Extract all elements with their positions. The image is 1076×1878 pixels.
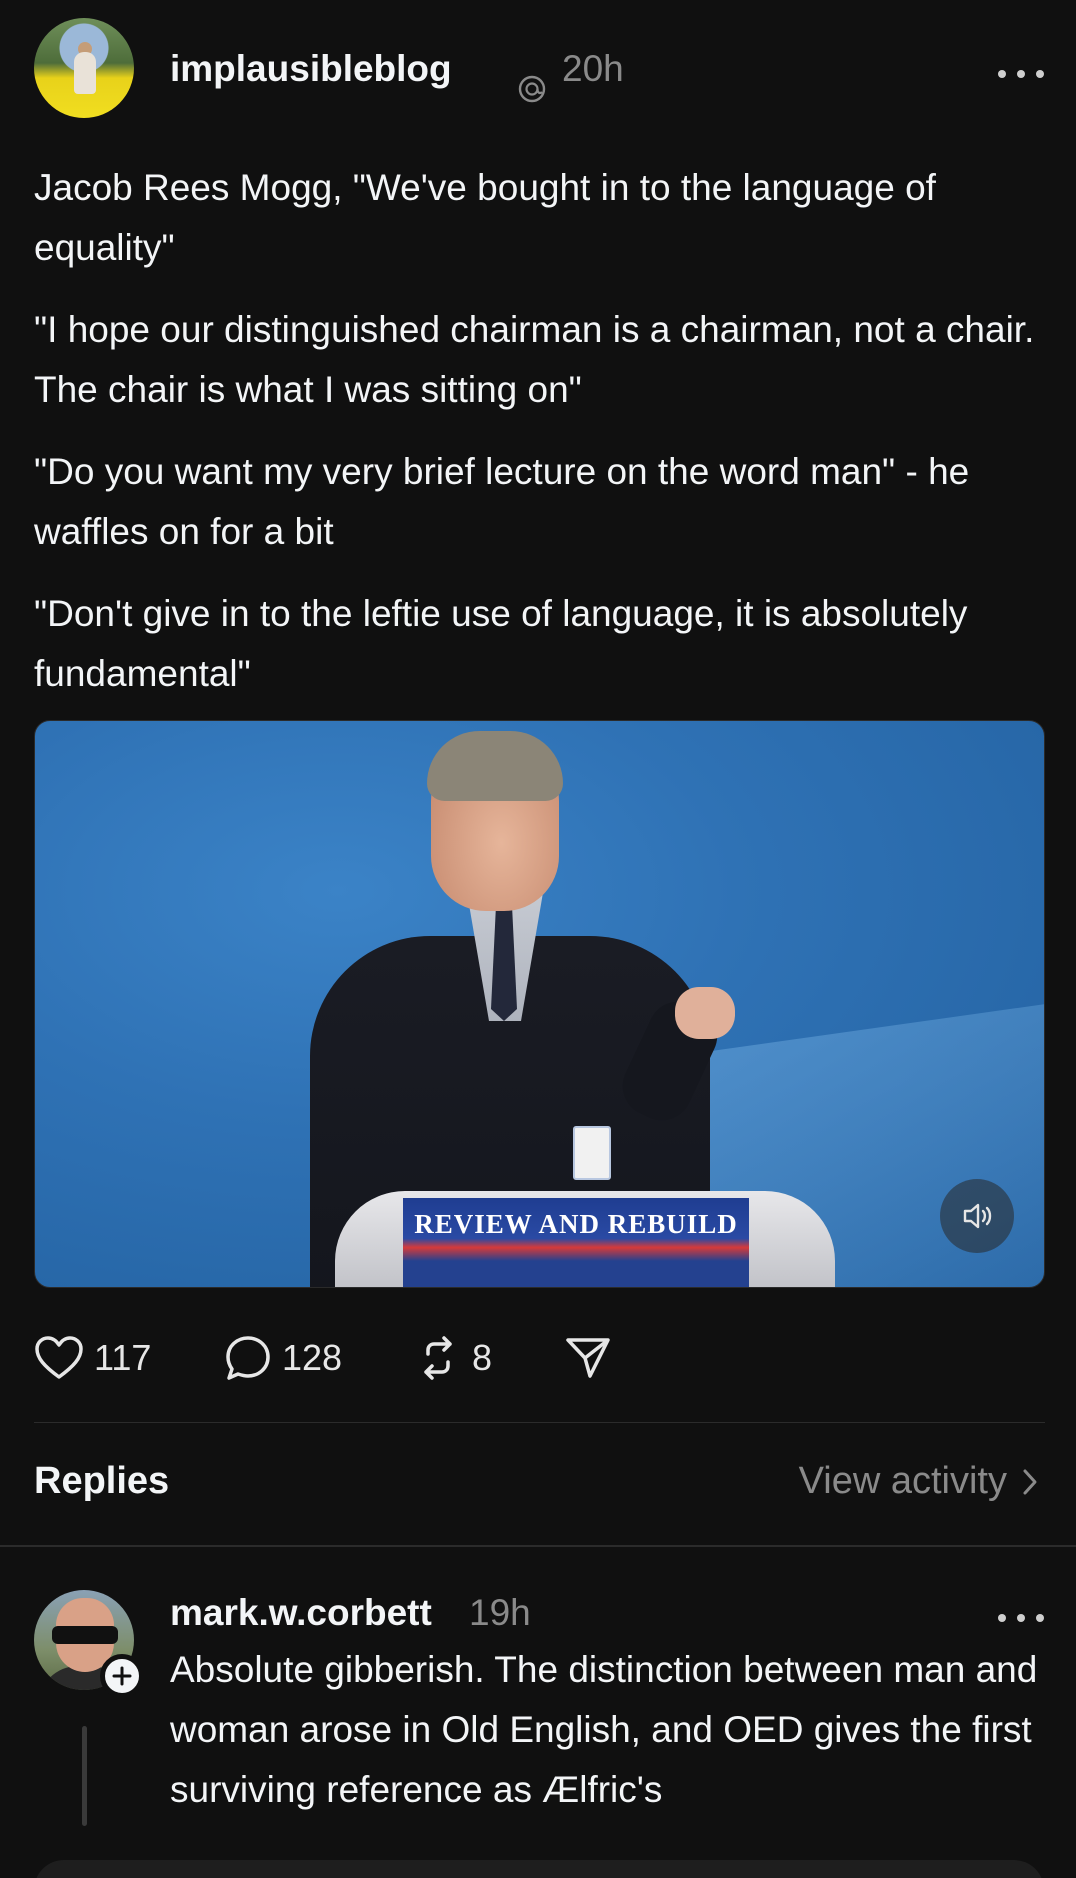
thread-page: implausibleblog 20h Jacob Rees Mogg, "We…	[0, 0, 1076, 1878]
author-avatar[interactable]	[34, 18, 134, 118]
chevron-right-icon	[1023, 1469, 1037, 1494]
comment-button[interactable]: 128	[224, 1330, 342, 1386]
view-activity-link[interactable]: View activity	[799, 1460, 1045, 1503]
reply-time: 19h	[469, 1592, 531, 1633]
follow-button[interactable]	[100, 1654, 144, 1698]
heart-icon	[35, 1336, 83, 1379]
view-activity-label: View activity	[798, 1460, 1007, 1502]
reply-item[interactable]: mark.w.corbett 19h Absolute gibberish. T…	[34, 1590, 1044, 1878]
video-speaker-hand	[675, 987, 735, 1039]
more-options-icon[interactable]	[998, 1610, 1044, 1626]
video-banner-text: REVIEW AND REBUILD	[414, 1209, 738, 1239]
reply-username[interactable]: mark.w.corbett	[170, 1592, 432, 1634]
plus-icon	[112, 1666, 132, 1686]
like-count: 117	[94, 1337, 152, 1378]
replies-title: Replies	[34, 1460, 170, 1502]
repost-button[interactable]: 8	[414, 1330, 492, 1386]
volume-button[interactable]	[940, 1179, 1014, 1253]
share-button[interactable]	[564, 1330, 612, 1386]
threads-icon	[518, 75, 546, 103]
comment-count: 128	[282, 1337, 343, 1378]
divider	[0, 1545, 1076, 1547]
post-paragraph: "Don't give in to the leftie use of lang…	[34, 593, 968, 694]
divider	[34, 1422, 1045, 1423]
like-button[interactable]: 117	[34, 1330, 151, 1386]
repost-count: 8	[472, 1337, 493, 1378]
more-options-icon[interactable]	[998, 66, 1044, 82]
avatar-figure-shape	[74, 52, 96, 94]
post-paragraph: "I hope our distinguished chairman is a …	[34, 309, 1035, 410]
thread-line	[82, 1726, 87, 1826]
video-speaker-hair	[427, 731, 563, 801]
video-lanyard-badge	[573, 1126, 611, 1180]
repost-icon	[424, 1336, 452, 1380]
author-username[interactable]: implausibleblog	[170, 48, 452, 90]
post-header: implausibleblog 20h	[34, 18, 1044, 118]
post-time: 20h	[562, 48, 624, 89]
post-actions: 117 128 8	[34, 1330, 734, 1386]
speaker-volume-icon	[963, 1203, 992, 1229]
comment-icon	[226, 1336, 270, 1380]
post-video[interactable]: REVIEW AND REBUILD	[34, 720, 1045, 1288]
post-body: Jacob Rees Mogg, "We've bought in to the…	[34, 158, 1044, 726]
reply-text: Absolute gibberish. The distinction betw…	[170, 1649, 1038, 1810]
send-icon	[566, 1338, 610, 1378]
post-paragraph: "Do you want my very brief lecture on th…	[34, 451, 970, 552]
post-paragraph: Jacob Rees Mogg, "We've bought in to the…	[34, 167, 936, 268]
avatar-sunglasses-shape	[52, 1626, 118, 1644]
reply-composer-edge[interactable]	[34, 1860, 1044, 1878]
replies-header: Replies View activity	[34, 1460, 1045, 1510]
